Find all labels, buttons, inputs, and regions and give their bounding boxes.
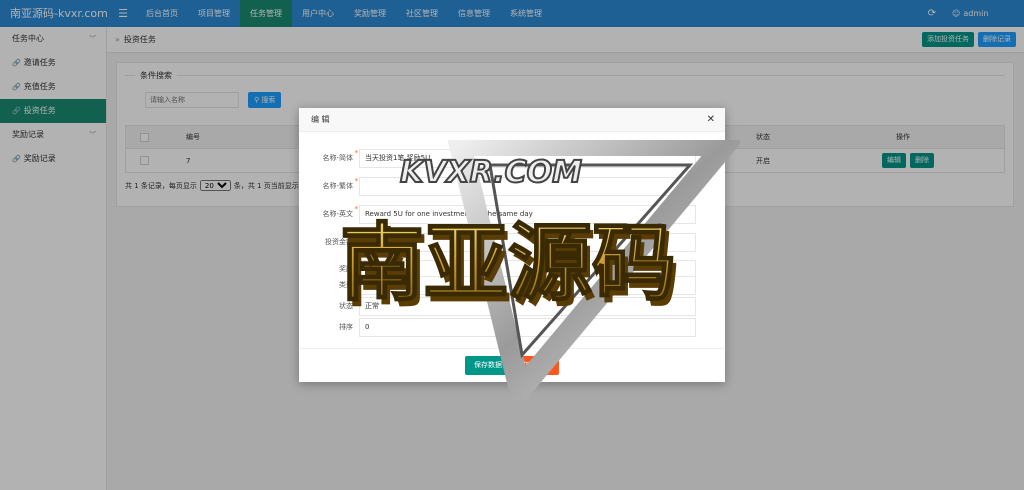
edit-modal: 编 辑 ✕ 名称-简体* 名称-繁体* 名称-英文* 投资金额 奖励 类型 状态…: [299, 108, 725, 382]
field-invest-amount: 投资金额: [299, 232, 696, 252]
field-label-text: 名称-简体: [322, 154, 353, 162]
field-label: 状态: [299, 301, 359, 311]
field-label-text: 名称-英文: [322, 210, 353, 218]
modal-title: 编 辑: [311, 115, 330, 124]
field-label-text: 排序: [339, 323, 353, 331]
field-label-text: 奖励: [339, 265, 353, 273]
field-label-text: 类型: [339, 281, 353, 289]
required-mark: *: [354, 149, 359, 157]
field-name-english: 名称-英文 *: [299, 204, 696, 224]
field-name-simplified: 名称-简体 *: [299, 148, 696, 168]
modal-footer: 保存数据 取消编辑: [299, 348, 725, 382]
required-mark: *: [354, 205, 359, 213]
field-type: 类型: [299, 275, 696, 295]
name-simplified-input[interactable]: [359, 148, 696, 168]
status-input[interactable]: [359, 296, 696, 316]
field-status: 状态: [299, 296, 696, 316]
field-name-traditional: 名称-繁体 *: [299, 176, 696, 196]
field-label-text: 名称-繁体: [322, 182, 353, 190]
field-label: 排序: [299, 322, 359, 332]
field-label: 名称-英文 *: [299, 205, 359, 219]
field-label-text: 状态: [339, 302, 353, 310]
modal-header: 编 辑 ✕: [299, 108, 725, 132]
cancel-button[interactable]: 取消编辑: [513, 356, 559, 375]
close-icon[interactable]: ✕: [707, 108, 715, 132]
name-english-input[interactable]: [359, 204, 696, 224]
field-label: 名称-繁体 *: [299, 177, 359, 191]
name-traditional-input[interactable]: [359, 176, 696, 196]
field-label: 投资金额: [299, 237, 359, 247]
sort-input[interactable]: [359, 317, 696, 337]
field-sort: 排序: [299, 317, 696, 337]
required-mark: *: [354, 177, 359, 185]
field-label-text: 投资金额: [325, 238, 353, 246]
field-label: 奖励: [299, 264, 359, 274]
save-button[interactable]: 保存数据: [465, 356, 511, 375]
invest-amount-input[interactable]: [359, 232, 696, 252]
field-label: 类型: [299, 280, 359, 290]
type-input[interactable]: [359, 275, 696, 295]
field-label: 名称-简体 *: [299, 149, 359, 163]
